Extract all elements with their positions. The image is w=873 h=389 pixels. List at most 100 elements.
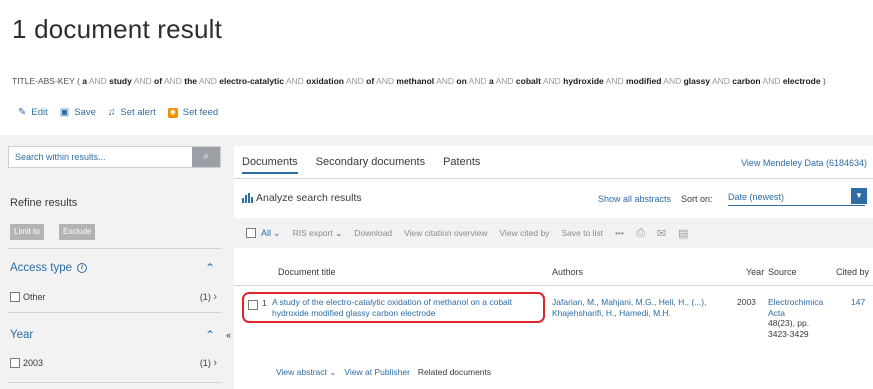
query-operator: AND [603,76,626,86]
save-button[interactable]: ▣ Save [60,107,96,118]
collapse-panel-icon[interactable]: « [226,330,231,340]
query-actions: ✎ Edit ▣ Save ♫ Set alert ◉ Set feed [18,107,218,118]
query-operator: AND [493,76,516,86]
search-within-box: ⌕ [8,146,221,168]
query-operator: AND [710,76,733,86]
results-toolbar: All ⌄ RIS export ⌄ Download View citation… [234,218,873,248]
query-keyword: hydroxide [563,76,604,86]
chevron-up-icon[interactable]: ⌃ [205,261,215,275]
col-year[interactable]: Year [746,267,764,277]
query-prefix: TITLE-ABS-KEY ( [12,76,83,86]
highlight-annotation [242,292,545,323]
query-keyword: on [456,76,467,86]
view-at-publisher-link[interactable]: View at Publisher [344,367,410,378]
query-operator: AND [343,76,367,86]
bell-icon: ♫ [107,107,116,118]
sort-select[interactable]: Date (newest) [728,190,865,206]
save-label: Save [74,107,96,118]
rss-icon: ◉ [167,107,178,118]
show-all-abstracts-link[interactable]: Show all abstracts [598,194,671,204]
query-operator: AND [131,76,155,86]
query-operator: AND [434,76,457,86]
divider [8,312,221,313]
query-operator: AND [283,76,307,86]
set-alert-button[interactable]: ♫ Set alert [108,107,156,118]
authors-links[interactable]: Jafarian, M., Mahjani, M.G., Heli, H., (… [552,297,722,319]
cited-by-count[interactable]: 147 [851,297,865,307]
checkbox[interactable] [10,358,20,368]
save-to-list-button[interactable]: Save to list [561,228,603,238]
facet-item-label: Other [23,292,46,302]
view-abstract-link[interactable]: View abstract ⌄ [276,367,336,378]
search-icon[interactable]: ⌕ [192,147,220,167]
related-documents-link[interactable]: Related documents [418,367,491,378]
view-citation-overview-button[interactable]: View citation overview [404,228,487,238]
tab-documents[interactable]: Documents [242,156,298,174]
chevron-down-icon: ⌄ [273,227,281,238]
query-operator: AND [162,76,185,86]
pencil-icon: ✎ [18,107,27,118]
query-keyword: the [184,76,198,86]
query-operator: AND [540,76,564,86]
edit-button[interactable]: ✎ Edit [18,107,48,118]
facet-year[interactable]: Year [10,329,33,341]
col-authors[interactable]: Authors [552,267,583,277]
more-button[interactable]: ••• [615,228,624,238]
facet-item-2003[interactable]: 2003 (1) › [10,357,217,369]
query-keyword: oxidation [306,76,344,86]
chevron-up-icon[interactable]: ⌃ [205,328,215,342]
chevron-right-icon: › [213,357,217,369]
query-operator: AND [197,76,220,86]
select-all-label: All [261,228,272,238]
email-icon[interactable]: ✉ [657,227,666,240]
col-cited-by[interactable]: Cited by [836,267,869,277]
col-source[interactable]: Source [768,267,797,277]
set-alert-label: Set alert [120,107,156,118]
query-keyword: of [366,76,375,86]
view-cited-by-button[interactable]: View cited by [500,228,550,238]
divider [8,382,221,383]
document-year: 2003 [737,297,756,307]
checkbox[interactable] [10,292,20,302]
page-title: 1 document result [12,14,223,44]
bibliography-icon[interactable]: ▤ [678,227,688,240]
sort-label: Sort on: [681,194,713,204]
facet-access-type-label: Access type [10,262,72,274]
tab-secondary-documents[interactable]: Secondary documents [316,156,425,174]
col-document-title[interactable]: Document title [278,267,336,277]
query-operator: AND [466,76,489,86]
info-icon[interactable]: i [77,263,87,273]
analyze-results-link[interactable]: Analyze search results [242,192,362,204]
query-keyword: modified [625,76,662,86]
divider [8,248,221,249]
ris-export-button[interactable]: RIS export ⌄ [293,228,343,239]
query-operator: AND [374,76,397,86]
checkbox[interactable] [246,228,256,238]
chevron-right-icon: › [213,291,217,303]
tab-patents[interactable]: Patents [443,156,480,174]
limit-to-button[interactable]: Limit to [10,224,44,240]
divider [234,285,873,286]
set-feed-label: Set feed [182,107,219,118]
exclude-button[interactable]: Exclude [59,224,96,240]
query-keyword: methanol [396,76,435,86]
search-within-input[interactable] [9,147,184,167]
download-button[interactable]: Download [354,228,392,238]
facet-access-type[interactable]: Access type i [10,262,87,274]
query-operator: AND [86,76,110,86]
set-feed-button[interactable]: ◉ Set feed [167,107,219,118]
refine-heading: Refine results [10,197,78,209]
source-detail: 48(23), pp. 3423-3429 [768,318,810,339]
facet-item-other[interactable]: Other (1) › [10,291,217,303]
mendeley-link[interactable]: View Mendeley Data (6184634) [741,158,867,168]
select-all[interactable]: All ⌄ [246,228,281,239]
edit-label: Edit [31,107,48,118]
chevron-down-icon[interactable]: ▼ [851,188,867,204]
save-icon: ▣ [59,107,70,118]
source-link[interactable]: Electrochimica Acta [768,297,823,318]
query-suffix: ) [820,76,826,86]
results-panel: Documents Secondary documents Patents Vi… [234,146,873,389]
search-query: TITLE-ABS-KEY ( a AND study AND of AND t… [12,75,852,88]
print-icon[interactable]: ⎙ [636,227,645,240]
analyze-label: Analyze search results [256,192,362,204]
